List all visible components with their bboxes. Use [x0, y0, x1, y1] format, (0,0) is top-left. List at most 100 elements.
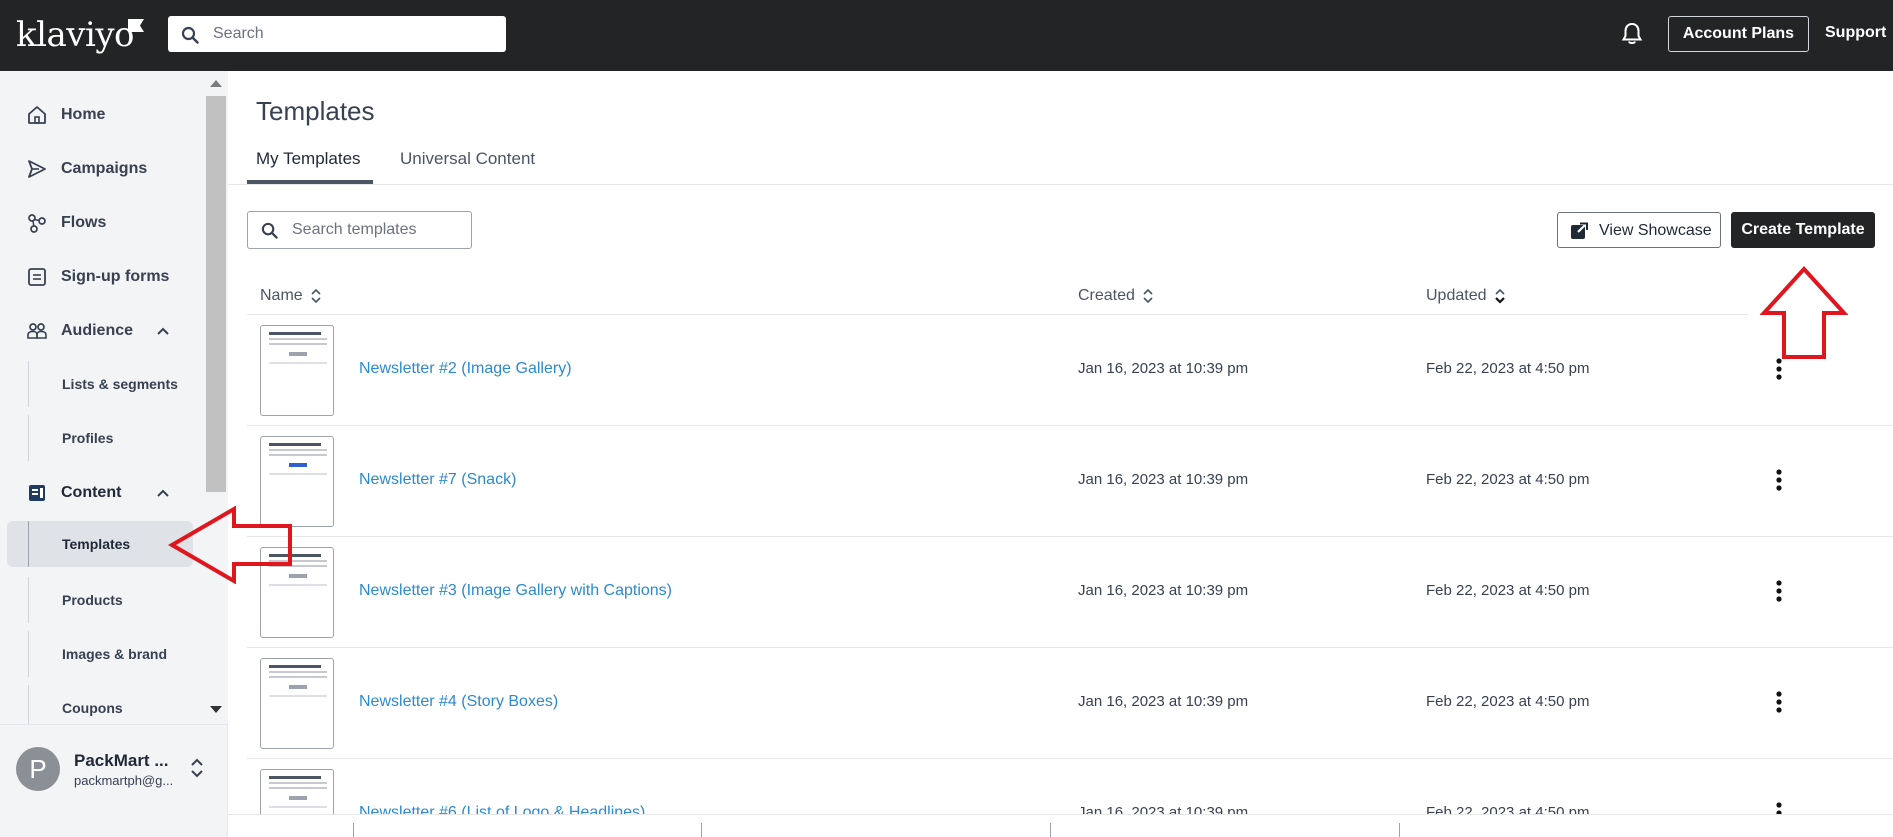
sidebar-item-campaigns[interactable]: Campaigns — [0, 145, 205, 193]
bell-icon[interactable] — [1621, 22, 1643, 46]
account-plans-button[interactable]: Account Plans — [1668, 16, 1809, 52]
account-switcher[interactable]: P PackMart ... packmartph@g... — [0, 724, 228, 837]
sidebar-nav: Home Campaigns Flows Sign-up forms Audie… — [0, 71, 228, 724]
sidebar-item-label: Home — [61, 106, 106, 123]
form-icon — [28, 268, 46, 286]
search-icon — [261, 222, 278, 239]
send-icon — [28, 160, 46, 178]
sidebar-item-label: Content — [61, 484, 122, 501]
divider — [701, 823, 702, 837]
chevron-up-icon[interactable] — [156, 326, 170, 336]
global-search[interactable] — [168, 16, 506, 52]
sidebar-scrollbar-thumb[interactable] — [206, 96, 226, 492]
avatar: P — [16, 747, 60, 791]
chevron-up-down-icon[interactable] — [190, 757, 204, 779]
created-date: Jan 16, 2023 at 10:39 pm — [1078, 804, 1249, 814]
chevron-up-icon[interactable] — [156, 488, 170, 498]
divider — [1050, 823, 1051, 837]
view-showcase-label: View Showcase — [1599, 222, 1712, 239]
tab-universal-content[interactable]: Universal Content — [400, 149, 535, 169]
annotation-arrow-up-icon — [1760, 266, 1848, 359]
global-search-input[interactable] — [213, 22, 493, 46]
template-search[interactable] — [247, 211, 472, 249]
updated-date: Feb 22, 2023 at 4:50 pm — [1426, 582, 1590, 599]
tab-my-templates[interactable]: My Templates — [256, 149, 361, 169]
column-header-label: Name — [260, 287, 303, 304]
divider — [353, 823, 354, 837]
tabs-divider — [228, 184, 1893, 185]
template-name-link[interactable]: Newsletter #6 (List of Logo & Headlines) — [359, 804, 645, 814]
sidebar-subitem-images-brand[interactable]: Images & brand — [28, 631, 193, 677]
bottom-toolbar — [228, 814, 1893, 837]
table-row[interactable]: Newsletter #2 (Image Gallery) Jan 16, 20… — [247, 315, 1893, 426]
sidebar-subitem-label: Profiles — [62, 430, 114, 446]
flag-icon — [128, 19, 144, 32]
template-name-link[interactable]: Newsletter #3 (Image Gallery with Captio… — [359, 582, 672, 600]
scroll-down-arrow-icon[interactable] — [210, 706, 222, 713]
sort-icon — [1143, 288, 1153, 304]
home-icon — [28, 106, 46, 124]
template-name-link[interactable]: Newsletter #2 (Image Gallery) — [359, 360, 572, 378]
more-options-icon[interactable] — [1775, 690, 1783, 714]
create-template-button[interactable]: Create Template — [1731, 212, 1875, 248]
updated-date: Feb 22, 2023 at 4:50 pm — [1426, 804, 1590, 814]
table-row[interactable]: Newsletter #4 (Story Boxes) Jan 16, 2023… — [247, 648, 1893, 759]
sidebar-item-home[interactable]: Home — [0, 91, 205, 139]
created-date: Jan 16, 2023 at 10:39 pm — [1078, 582, 1249, 599]
flows-icon — [28, 214, 46, 233]
column-header-name[interactable]: Name — [260, 287, 321, 305]
klaviyo-logo[interactable]: klaviyo — [16, 15, 144, 55]
created-date: Jan 16, 2023 at 10:39 pm — [1078, 471, 1249, 488]
sidebar-subitem-profiles[interactable]: Profiles — [28, 415, 193, 461]
sidebar-subitem-label: Coupons — [62, 700, 123, 716]
template-thumbnail[interactable] — [260, 325, 334, 416]
column-header-label: Updated — [1426, 287, 1487, 304]
template-thumbnail[interactable] — [260, 658, 334, 749]
sidebar-item-label: Audience — [61, 322, 134, 339]
template-name-link[interactable]: Newsletter #4 (Story Boxes) — [359, 693, 558, 711]
view-showcase-button[interactable]: View Showcase — [1557, 212, 1721, 248]
more-options-icon[interactable] — [1775, 579, 1783, 603]
support-link[interactable]: Support — [1825, 24, 1886, 42]
sidebar-subitem-label: Products — [62, 592, 123, 608]
column-header-label: Created — [1078, 287, 1135, 304]
created-date: Jan 16, 2023 at 10:39 pm — [1078, 693, 1249, 710]
more-options-icon[interactable] — [1775, 801, 1783, 814]
sidebar-subitem-templates[interactable]: Templates — [7, 521, 193, 567]
account-email: packmartph@g... — [74, 773, 174, 788]
sidebar-item-signup-forms[interactable]: Sign-up forms — [0, 253, 205, 301]
sidebar-item-flows[interactable]: Flows — [0, 199, 205, 247]
annotation-arrow-left-icon — [168, 506, 292, 584]
page-title: Templates — [256, 96, 375, 126]
logo-text: klaviyo — [16, 15, 135, 55]
account-name: PackMart ... — [74, 751, 169, 770]
sidebar-subitem-coupons[interactable]: Coupons — [28, 685, 193, 724]
sort-icon — [311, 288, 321, 304]
more-options-icon[interactable] — [1775, 468, 1783, 492]
people-icon — [27, 323, 47, 339]
table-row[interactable]: Newsletter #3 (Image Gallery with Captio… — [247, 537, 1893, 648]
updated-date: Feb 22, 2023 at 4:50 pm — [1426, 693, 1590, 710]
column-header-updated[interactable]: Updated — [1426, 287, 1505, 305]
template-name-link[interactable]: Newsletter #7 (Snack) — [359, 471, 516, 489]
sidebar-item-label: Campaigns — [61, 160, 148, 177]
scroll-up-arrow-icon[interactable] — [210, 80, 222, 87]
template-search-input[interactable] — [292, 219, 462, 241]
sidebar-subitem-lists-segments[interactable]: Lists & segments — [28, 361, 193, 407]
table-row[interactable]: Newsletter #6 (List of Logo & Headlines)… — [247, 759, 1893, 814]
updated-date: Feb 22, 2023 at 4:50 pm — [1426, 471, 1590, 488]
column-header-created[interactable]: Created — [1078, 287, 1153, 305]
more-options-icon[interactable] — [1775, 357, 1783, 381]
top-bar: klaviyo Account Plans Support — [0, 0, 1893, 71]
sidebar-item-label: Sign-up forms — [61, 268, 170, 285]
content-icon — [29, 485, 45, 501]
sidebar-subitem-label: Lists & segments — [62, 376, 178, 392]
external-link-icon — [1571, 222, 1588, 239]
sidebar-item-audience[interactable]: Audience — [0, 307, 205, 355]
table-row[interactable]: Newsletter #7 (Snack) Jan 16, 2023 at 10… — [247, 426, 1893, 537]
created-date: Jan 16, 2023 at 10:39 pm — [1078, 360, 1249, 377]
sidebar-subitem-label: Templates — [62, 536, 131, 552]
sidebar-subitem-label: Images & brand — [62, 646, 168, 662]
template-thumbnail[interactable] — [260, 769, 334, 814]
updated-date: Feb 22, 2023 at 4:50 pm — [1426, 360, 1590, 377]
